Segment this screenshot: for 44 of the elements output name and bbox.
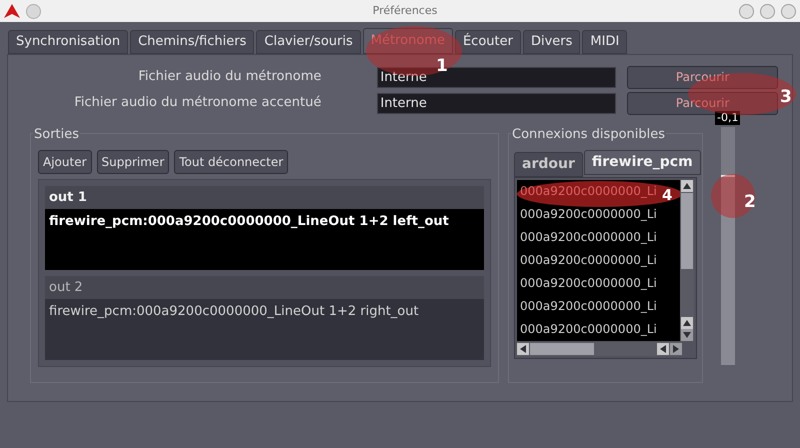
port-connection: firewire_pcm:000a9200c0000000_LineOut 1+2 right_out: [45, 299, 484, 360]
scroll-left-icon[interactable]: [657, 343, 669, 355]
window-title: Préférences: [372, 2, 438, 19]
tab[interactable]: MIDI: [582, 30, 628, 54]
annotation-number: 3: [780, 86, 792, 109]
action-button[interactable]: Tout déconnecter: [174, 150, 288, 174]
scroll-up-icon[interactable]: [681, 317, 694, 329]
tab[interactable]: ardour: [514, 152, 583, 177]
port-name: out 1: [45, 186, 484, 209]
horizontal-scrollbar[interactable]: [517, 342, 682, 356]
port-connection: firewire_pcm:000a9200c0000000_LineOut 1+2 left_out: [45, 209, 484, 270]
tab[interactable]: Écouter: [454, 30, 521, 54]
scrollbar-thumb[interactable]: [681, 193, 694, 269]
action-button[interactable]: Ajouter: [38, 150, 92, 174]
tab[interactable]: Divers: [522, 30, 580, 54]
port-item[interactable]: 000a9200c0000000_Li: [517, 249, 660, 272]
vertical-scrollbar[interactable]: [680, 180, 694, 341]
scrollbar-thumb[interactable]: [530, 343, 594, 355]
scroll-down-icon[interactable]: [681, 329, 694, 341]
tab[interactable]: Chemins/fichiers: [130, 30, 254, 54]
port-item[interactable]: 000a9200c0000000_Li: [517, 318, 660, 341]
app-logo-icon: [4, 4, 20, 18]
port-item[interactable]: 000a9200c0000000_Li: [517, 226, 660, 249]
port-item[interactable]: 000a9200c0000000_Li: [517, 295, 660, 318]
fader-track[interactable]: [720, 127, 735, 365]
field-label: Fichier audio du métronome: [137, 68, 322, 86]
output-port[interactable]: out 2 firewire_pcm:000a9200c0000000_LineOut 1+2 right_out: [45, 276, 484, 360]
scroll-right-icon[interactable]: [670, 343, 682, 355]
scroll-left-icon[interactable]: [517, 343, 529, 355]
annotation-number: 4: [662, 185, 672, 206]
tab[interactable]: firewire_pcm: [584, 150, 701, 175]
field-label: Fichier audio du métronome accentué: [73, 94, 322, 112]
tab[interactable]: Synchronisation: [8, 30, 128, 54]
file-field[interactable]: Interne: [377, 92, 616, 114]
annotation-number: 2: [744, 191, 756, 214]
browse-button[interactable]: Parcourir: [627, 66, 778, 88]
fader-reading: -0,1: [715, 111, 740, 125]
action-button[interactable]: Supprimer: [96, 150, 170, 174]
tab[interactable]: Clavier/souris: [256, 30, 361, 54]
port-item[interactable]: 000a9200c0000000_Li: [517, 272, 660, 295]
port-name: out 2: [45, 276, 484, 299]
output-port[interactable]: out 1 firewire_pcm:000a9200c0000000_LineOut 1+2 left_out: [45, 186, 484, 270]
scroll-up-icon[interactable]: [681, 180, 694, 192]
port-item[interactable]: 000a9200c0000000_Li: [517, 203, 660, 226]
